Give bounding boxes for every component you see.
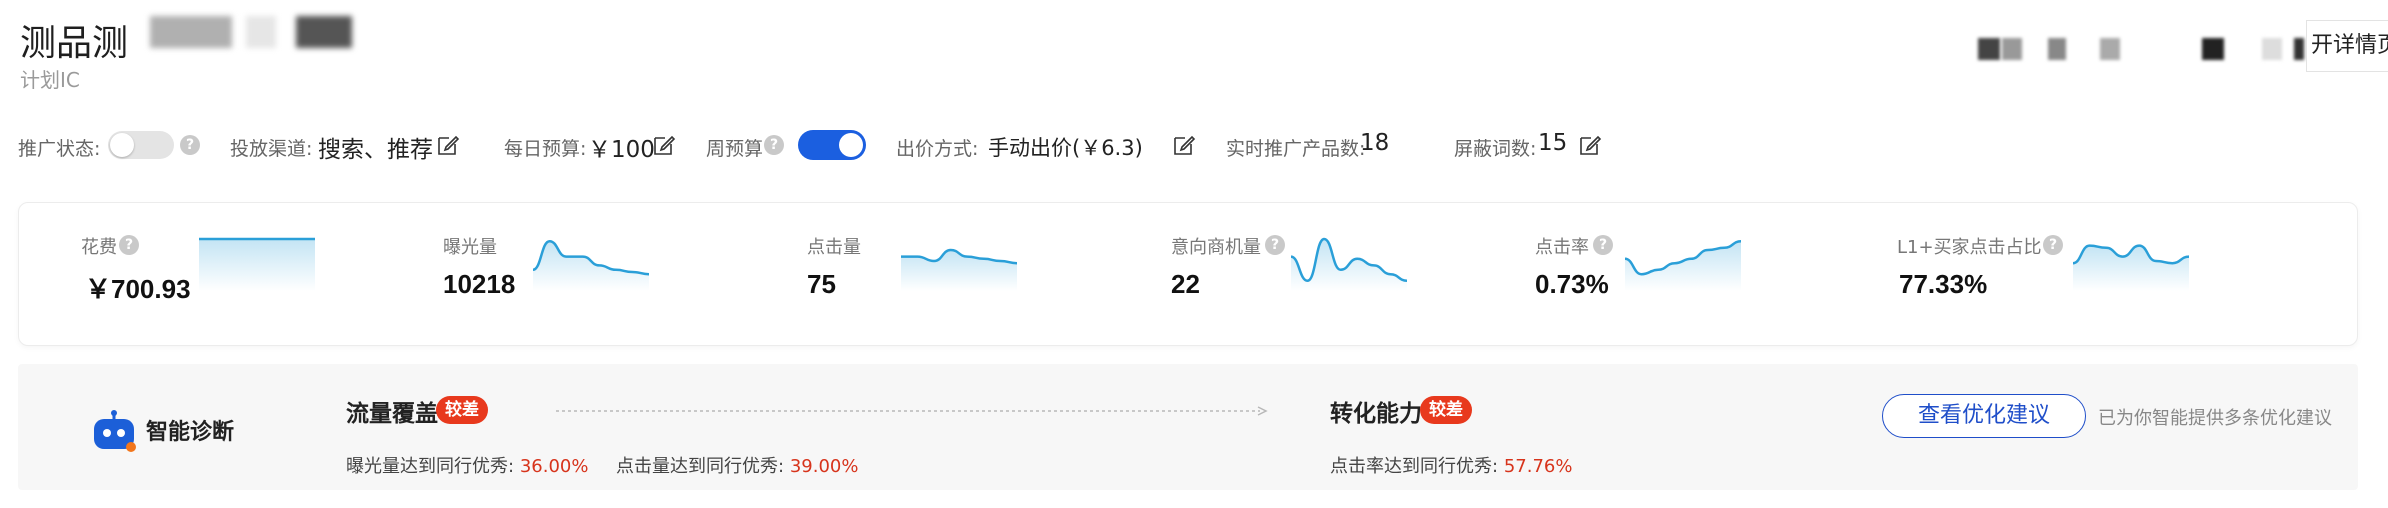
help-icon[interactable]: ? — [1265, 235, 1285, 255]
weekly-budget-label: 周预算 — [706, 138, 764, 160]
help-icon[interactable]: ? — [180, 135, 200, 155]
status-badge: 较差 — [1420, 396, 1472, 424]
metric-label: 意向商机量 — [1171, 237, 1261, 258]
exposure-benchmark-value: 36.00% — [519, 456, 589, 477]
plan-id: 计划IC — [20, 68, 80, 92]
metric-label: 点击率 — [1535, 237, 1589, 258]
bid-label: 出价方式: — [896, 138, 979, 160]
metrics-card: 花费 ? ￥700.93 曝光量 10218 点击量 75 意向商机量 ? 22… — [18, 202, 2358, 346]
metric-sparkline — [199, 237, 315, 291]
channel-label: 投放渠道: — [230, 138, 313, 160]
open-detail-button[interactable]: 开详情页 — [2306, 20, 2388, 72]
exposure-benchmark-label: 曝光量达到同行优秀: — [346, 456, 515, 477]
edit-icon[interactable] — [1578, 133, 1602, 157]
header-redacted-block — [2294, 38, 2304, 60]
status-label: 推广状态: — [18, 138, 101, 160]
metric-value: 0.73% — [1535, 269, 1609, 299]
ctr-benchmark: 点击率达到同行优秀: 57.76% — [1330, 452, 1572, 478]
header-redacted-block — [1978, 38, 2000, 60]
click-benchmark: 点击量达到同行优秀: 39.00% — [616, 452, 858, 478]
metric-sparkline — [901, 248, 1017, 291]
metric-sparkline — [2073, 244, 2189, 291]
edit-icon[interactable] — [652, 133, 676, 157]
help-icon[interactable]: ? — [119, 235, 139, 255]
smart-diagnosis-panel: 智能诊断 流量覆盖 较差 曝光量达到同行优秀: 36.00% 点击量达到同行优秀… — [18, 364, 2358, 490]
ctr-benchmark-value: 57.76% — [1503, 456, 1573, 477]
suggestions-note: 已为你智能提供多条优化建议 — [2098, 408, 2332, 429]
plan-settings-row: 推广状态: ? 投放渠道: 搜索、推荐 每日预算: ￥100 周预算 ? 出价方… — [0, 126, 2388, 164]
title-redacted-block — [246, 16, 276, 48]
header-redacted-block — [2002, 38, 2022, 60]
metric-value: 10218 — [443, 269, 516, 299]
weekly-budget-toggle[interactable] — [798, 130, 866, 160]
header-redacted-block — [2100, 38, 2120, 60]
realtime-products-label: 实时推广产品数: — [1226, 138, 1366, 160]
sparkline-area — [533, 241, 649, 291]
robot-icon — [94, 410, 136, 452]
metric-sparkline — [533, 239, 649, 291]
help-icon[interactable]: ? — [2043, 235, 2063, 255]
blocked-words-value: 15 — [1538, 130, 1568, 156]
header-redacted-block — [2202, 38, 2224, 60]
metric-sparkline — [1625, 239, 1741, 291]
blocked-words-label: 屏蔽词数: — [1454, 138, 1537, 160]
metric-value: 77.33% — [1899, 269, 1988, 299]
ctr-benchmark-label: 点击率达到同行优秀: — [1330, 456, 1499, 477]
edit-icon[interactable] — [1172, 133, 1196, 157]
diagnosis-title: 智能诊断 — [146, 420, 235, 445]
daily-budget-value: ￥100 — [588, 137, 655, 163]
status-toggle[interactable] — [108, 131, 174, 159]
title-redacted-block — [296, 16, 352, 48]
header-redacted-block — [2262, 38, 2282, 60]
metric-sparkline — [1291, 237, 1407, 291]
help-icon[interactable]: ? — [1593, 235, 1613, 255]
status-badge: 较差 — [436, 396, 488, 424]
click-benchmark-value: 39.00% — [789, 456, 859, 477]
metric-label: L1+买家点击占比 — [1897, 237, 2042, 258]
metric-value: 75 — [807, 269, 836, 299]
conversion-title: 转化能力 — [1330, 401, 1422, 427]
traffic-coverage-title: 流量覆盖 — [346, 401, 438, 427]
edit-icon[interactable] — [436, 133, 460, 157]
title-redacted-block — [150, 16, 232, 48]
exposure-benchmark: 曝光量达到同行优秀: 36.00% — [346, 452, 588, 478]
metric-label: 点击量 — [807, 237, 861, 258]
help-icon[interactable]: ? — [764, 135, 784, 155]
daily-budget-label: 每日预算: — [504, 138, 587, 160]
metric-label: 花费 — [81, 237, 117, 258]
metric-value: 22 — [1171, 269, 1200, 299]
realtime-products-value: 18 — [1360, 130, 1390, 156]
header-redacted-block — [2048, 38, 2066, 60]
metric-value: ￥700.93 — [85, 274, 191, 304]
view-suggestions-button[interactable]: 查看优化建议 — [1882, 394, 2086, 438]
flow-arrow — [556, 406, 1268, 416]
sparkline-area — [199, 239, 315, 291]
bid-value: 手动出价(￥6.3) — [988, 136, 1143, 160]
channel-value: 搜索、推荐 — [318, 137, 433, 163]
click-benchmark-label: 点击量达到同行优秀: — [616, 456, 785, 477]
page-title: 测品测 — [20, 23, 129, 64]
metric-label: 曝光量 — [443, 237, 497, 258]
